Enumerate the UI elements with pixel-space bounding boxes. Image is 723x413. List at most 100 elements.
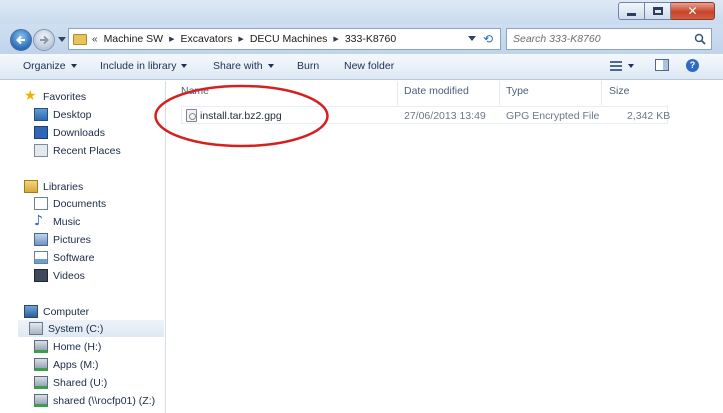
column-header-size[interactable]: Size <box>609 85 629 103</box>
breadcrumb-separator-icon[interactable]: ▶ <box>169 35 174 43</box>
include-in-library-label: Include in library <box>100 60 177 72</box>
downloads-icon <box>34 126 48 139</box>
nav-label: Shared (U:) <box>53 376 108 389</box>
nav-label: Downloads <box>53 126 105 139</box>
file-name: install.tar.bz2.gpg <box>200 110 282 122</box>
address-row: « Machine SW ▶ Excavators ▶ DECU Machine… <box>0 24 723 54</box>
breadcrumb-separator-icon[interactable]: ▶ <box>333 35 338 43</box>
search-box[interactable] <box>506 28 712 50</box>
nav-item-music[interactable]: ♪ Music <box>34 213 80 230</box>
nav-item-shared-z[interactable]: shared (\\rocfp01) (Z:) <box>34 392 155 409</box>
arrow-left-icon <box>16 35 25 45</box>
folder-icon <box>73 33 87 45</box>
include-in-library-button[interactable]: Include in library <box>100 60 188 72</box>
command-toolbar: Organize Include in library Share with B… <box>0 54 723 80</box>
nav-item-documents[interactable]: Documents <box>34 195 106 212</box>
nav-label: System (C:) <box>48 322 104 335</box>
chevron-down-icon <box>628 64 634 68</box>
details-view-icon <box>610 61 622 71</box>
pictures-icon <box>34 233 48 246</box>
navigation-pane: ★ Favorites Desktop Downloads Recent Plac… <box>0 81 166 413</box>
libraries-icon <box>24 180 38 193</box>
breadcrumb-item[interactable]: DECU Machines <box>250 33 328 45</box>
address-bar[interactable]: « Machine SW ▶ Excavators ▶ DECU Machine… <box>68 28 501 50</box>
nav-label: Apps (M:) <box>53 358 99 371</box>
column-header-type[interactable]: Type <box>506 85 529 103</box>
breadcrumb-item[interactable]: Excavators <box>180 33 232 45</box>
nav-label: Home (H:) <box>53 340 102 353</box>
chevron-down-icon <box>181 64 188 69</box>
nav-item-shared-u[interactable]: Shared (U:) <box>34 374 107 391</box>
search-input[interactable] <box>513 32 693 46</box>
file-size: 2,342 KB <box>627 110 671 122</box>
back-button[interactable] <box>10 29 32 51</box>
nav-label: Computer <box>43 305 90 318</box>
maximize-button[interactable] <box>645 2 671 20</box>
file-date-modified: 27/06/2013 13:49 <box>404 110 486 122</box>
share-with-label: Share with <box>213 60 263 72</box>
file-type: GPG Encrypted File <box>506 110 600 122</box>
forward-button[interactable] <box>33 29 55 51</box>
nav-item-videos[interactable]: Videos <box>34 267 85 284</box>
share-with-button[interactable]: Share with <box>213 60 274 72</box>
column-header-name[interactable]: Name <box>181 85 209 103</box>
network-drive-icon <box>34 358 48 371</box>
nav-item-downloads[interactable]: Downloads <box>34 124 105 141</box>
search-icon[interactable] <box>694 33 706 45</box>
nav-item-apps-m[interactable]: Apps (M:) <box>34 356 99 373</box>
preview-pane-icon[interactable] <box>655 59 669 71</box>
address-history-dropdown[interactable] <box>468 36 476 41</box>
breadcrumb-item[interactable]: 333-K8760 <box>345 33 396 45</box>
encrypted-file-icon <box>186 109 197 122</box>
videos-icon <box>34 269 48 282</box>
column-header-date-modified[interactable]: Date modified <box>404 85 469 103</box>
nav-favorites[interactable]: ★ Favorites <box>24 88 86 105</box>
chevron-down-icon <box>70 64 77 69</box>
help-icon[interactable]: ? <box>686 59 699 72</box>
nav-label: Videos <box>53 269 85 282</box>
network-drive-icon <box>34 394 48 407</box>
nav-computer[interactable]: Computer <box>24 303 89 320</box>
refresh-icon[interactable]: ⟲ <box>480 32 496 46</box>
computer-icon <box>24 305 38 318</box>
nav-item-pictures[interactable]: Pictures <box>34 231 91 248</box>
nav-item-recent-places[interactable]: Recent Places <box>34 142 121 159</box>
minimize-icon <box>627 12 636 16</box>
nav-item-desktop[interactable]: Desktop <box>34 106 92 123</box>
chevron-down-icon <box>267 64 274 69</box>
organize-button[interactable]: Organize <box>23 60 77 72</box>
network-drive-icon <box>34 376 48 389</box>
burn-button[interactable]: Burn <box>297 60 319 72</box>
column-divider[interactable] <box>499 81 500 105</box>
network-drive-icon <box>34 340 48 353</box>
nav-label: Desktop <box>53 108 92 121</box>
file-row[interactable]: install.tar.bz2.gpg 27/06/2013 13:49 GPG… <box>181 106 671 124</box>
nav-label: Pictures <box>53 233 91 246</box>
close-icon: ✕ <box>687 4 698 18</box>
nav-item-software[interactable]: Software <box>34 249 94 266</box>
nav-label: Software <box>53 251 95 264</box>
arrow-right-icon <box>40 35 49 45</box>
new-folder-button[interactable]: New folder <box>344 60 394 72</box>
column-divider[interactable] <box>397 81 398 105</box>
recent-pages-dropdown[interactable] <box>58 37 66 42</box>
music-icon: ♪ <box>34 213 43 229</box>
maximize-icon <box>652 7 663 15</box>
nav-item-home-h[interactable]: Home (H:) <box>34 338 101 355</box>
breadcrumb: Machine SW ▶ Excavators ▶ DECU Machines … <box>104 33 397 45</box>
nav-label: Recent Places <box>53 144 121 157</box>
nav-item-system-c[interactable]: System (C:) <box>18 320 164 337</box>
change-view-button[interactable] <box>610 59 638 73</box>
nav-libraries[interactable]: Libraries <box>24 178 83 195</box>
nav-label: Favorites <box>43 90 87 103</box>
breadcrumb-item[interactable]: Machine SW <box>104 33 164 45</box>
software-icon <box>34 251 48 264</box>
address-overflow[interactable]: « <box>92 34 98 45</box>
breadcrumb-separator-icon[interactable]: ▶ <box>238 35 243 43</box>
minimize-button[interactable] <box>618 2 645 20</box>
close-button[interactable]: ✕ <box>671 2 715 20</box>
column-divider[interactable] <box>601 81 602 105</box>
star-icon: ★ <box>24 88 37 104</box>
nav-label: Libraries <box>43 180 84 193</box>
nav-label: shared (\\rocfp01) (Z:) <box>53 394 156 407</box>
